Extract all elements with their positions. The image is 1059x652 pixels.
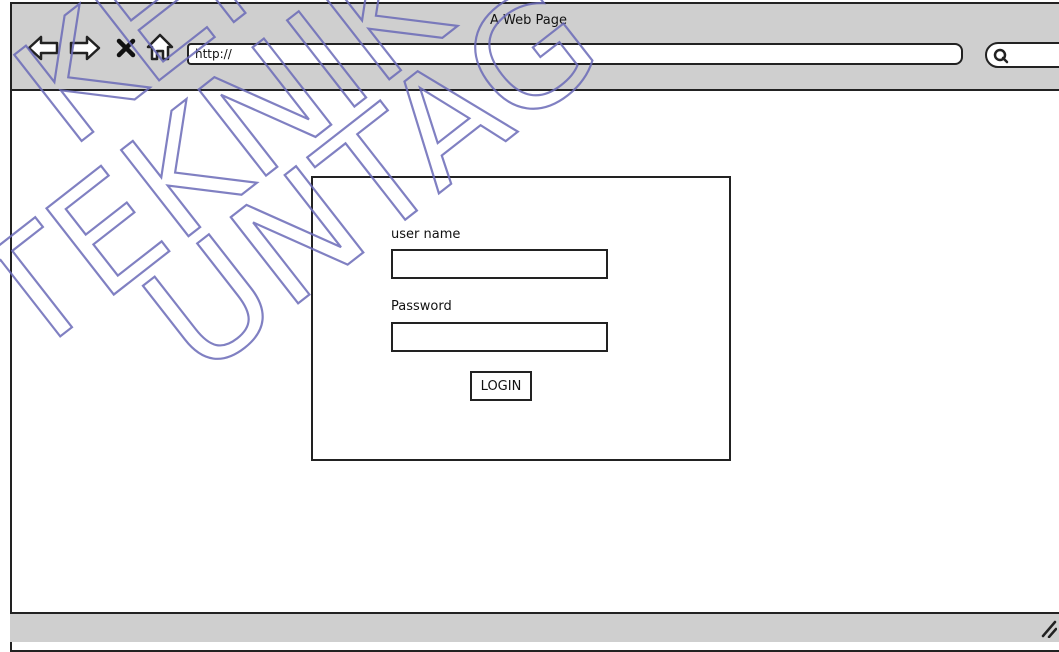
password-input[interactable]: [391, 322, 608, 352]
home-icon[interactable]: [145, 32, 175, 62]
password-label: Password: [391, 299, 452, 314]
search-icon: [993, 48, 1009, 64]
username-input[interactable]: [391, 249, 608, 279]
login-button[interactable]: LOGIN: [470, 371, 532, 401]
forward-arrow-icon[interactable]: [68, 33, 102, 63]
header-divider: [10, 89, 1059, 91]
close-icon[interactable]: [114, 36, 138, 60]
window-title: A Web Page: [490, 13, 567, 28]
username-label: user name: [391, 227, 461, 242]
status-bar: [10, 612, 1059, 642]
login-panel: [311, 176, 731, 461]
resize-grip-icon[interactable]: [1039, 616, 1057, 638]
back-arrow-icon[interactable]: [26, 33, 60, 63]
address-bar[interactable]: http://: [187, 43, 963, 65]
